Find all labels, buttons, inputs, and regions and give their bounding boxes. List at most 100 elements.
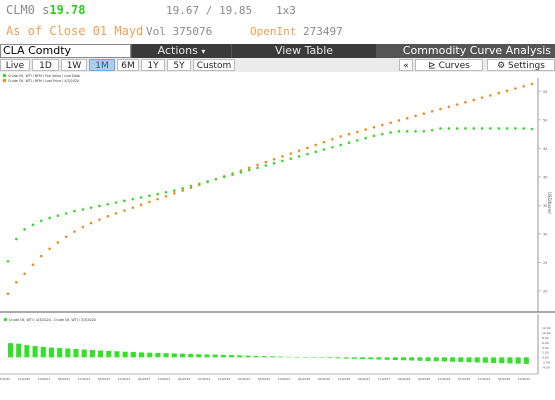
tab-6m[interactable]: 6M xyxy=(117,59,139,71)
tab-1y[interactable]: 1Y xyxy=(141,59,165,71)
fair-value-point xyxy=(430,128,434,132)
security-symbol: CLM0 xyxy=(6,3,35,17)
curves-button[interactable]: ⊵ Curves xyxy=(415,59,483,71)
tab-live[interactable]: Live xyxy=(0,59,30,71)
y-tick-label: 35 xyxy=(543,204,547,208)
last-price-point xyxy=(422,112,426,115)
last-price-point xyxy=(139,203,143,207)
volume-label: Vol xyxy=(146,25,166,38)
last-price-point xyxy=(439,107,442,111)
bid-ask-size: 1x3 xyxy=(276,4,296,17)
main-legend: Crude Oil, WTI / BFM / Fair Value / Live… xyxy=(3,74,80,83)
fair-value-point xyxy=(206,180,209,183)
y-tick-label: 30 xyxy=(543,232,547,236)
spread-bar xyxy=(122,351,128,358)
spread-bar xyxy=(319,357,325,358)
bid-ask: 19.67 / 19.85 xyxy=(166,4,253,17)
y-tick-label: 20 xyxy=(543,289,547,293)
fair-value-point xyxy=(23,228,26,231)
x-tick-label: 10/2025 xyxy=(278,377,291,381)
spread-y-tick-label: 10.00 xyxy=(542,331,551,335)
spread-bar xyxy=(8,343,14,358)
fair-value-point xyxy=(364,136,367,140)
y-tick-label: 40 xyxy=(543,175,547,179)
spread-bar xyxy=(343,357,349,359)
fair-value-point xyxy=(306,152,309,156)
fair-value-point xyxy=(6,259,10,263)
fair-value-point xyxy=(322,148,326,151)
fair-value-point xyxy=(89,206,93,209)
legend-past: Crude Oil, WTI / BFM / Last Price / 4/3/… xyxy=(8,79,79,83)
last-price-point xyxy=(372,126,376,129)
as-of-close: As of Close 01 Mayd xyxy=(6,24,144,38)
fair-value-point xyxy=(464,127,467,130)
fair-value-point xyxy=(39,219,43,223)
spread-bar xyxy=(89,350,95,358)
fair-value-point xyxy=(56,214,60,217)
fair-value-point xyxy=(489,127,492,130)
fair-value-point xyxy=(497,127,501,130)
tab-1d[interactable]: 1D xyxy=(32,59,59,71)
y-tick-label: 50 xyxy=(543,118,547,122)
x-tick-label: 11/2027 xyxy=(378,377,391,381)
spread-bar xyxy=(515,357,521,364)
last-price-point xyxy=(405,116,409,120)
fair-value-point xyxy=(422,130,426,133)
spread-bar xyxy=(261,356,267,358)
curve-chart: Crude Oil, WTI / BFM / Fair Value / Live… xyxy=(0,72,555,400)
last-price: 19.78 xyxy=(49,3,86,17)
spread-bar xyxy=(204,354,210,358)
x-tick-label: 05/2020 xyxy=(0,377,10,381)
last-price-point xyxy=(181,189,184,192)
last-price-point xyxy=(15,281,18,284)
fair-value-point xyxy=(414,130,417,133)
spread-bar xyxy=(425,357,431,361)
last-price-point xyxy=(514,87,517,90)
x-tick-label: 10/2021 xyxy=(38,377,51,381)
gear-icon: ⚙ xyxy=(497,61,506,71)
view-table-label: View Table xyxy=(274,44,334,57)
fair-value-point xyxy=(81,208,85,211)
x-tick-label: 06/2022 xyxy=(98,377,111,381)
tab-1w[interactable]: 1W xyxy=(61,59,87,71)
x-tick-label: 05/2030 xyxy=(498,377,511,381)
view-table-button[interactable]: View Table xyxy=(231,44,376,58)
fair-value-point xyxy=(173,189,176,192)
fair-value-point xyxy=(455,127,459,130)
tab-custom[interactable]: Custom xyxy=(193,59,235,71)
x-tick-label: 09/2026 xyxy=(318,377,331,381)
spread-bar xyxy=(384,357,390,360)
tab-5y[interactable]: 5Y xyxy=(167,59,191,71)
spread-bar xyxy=(360,357,366,360)
fair-value-point xyxy=(48,216,51,220)
tab-1m[interactable]: 1M xyxy=(89,59,115,71)
fair-value-point xyxy=(439,127,442,130)
fair-value-point xyxy=(447,127,451,130)
last-price-point xyxy=(489,94,492,97)
fair-value-point xyxy=(222,175,226,179)
spread-bar xyxy=(507,357,513,364)
last-price-point xyxy=(23,272,26,276)
ticker-input[interactable]: CLA Comdty xyxy=(0,44,131,58)
spread-bar xyxy=(237,355,243,358)
fair-value-point xyxy=(397,130,401,133)
last-price-point xyxy=(356,130,359,134)
x-tick-label: 06/2025 xyxy=(258,377,271,381)
x-tick-label: 12/2020 xyxy=(18,377,31,381)
actions-menu-button[interactable]: Actions ▾ xyxy=(131,44,231,58)
settings-button[interactable]: ⚙ Settings xyxy=(487,59,555,71)
x-tick-label: 10/2023 xyxy=(158,377,171,381)
x-tick-label: 09/2028 xyxy=(418,377,431,381)
fair-value-point xyxy=(198,182,201,186)
last-price-point xyxy=(39,254,43,258)
last-price-point xyxy=(272,157,276,161)
spread-bar xyxy=(499,357,505,364)
fair-value-point xyxy=(389,131,392,134)
spread-y-tick-label: 2.00 xyxy=(542,351,549,355)
spread-y-tick-label: -2.00 xyxy=(542,360,550,364)
curves-icon: ⊵ xyxy=(428,61,436,71)
x-tick-label: 12/2022 xyxy=(118,377,131,381)
open-interest-value: 273497 xyxy=(302,25,343,38)
x-tick-label: 02/2025 xyxy=(238,377,251,381)
collapse-button[interactable]: « xyxy=(399,59,413,71)
